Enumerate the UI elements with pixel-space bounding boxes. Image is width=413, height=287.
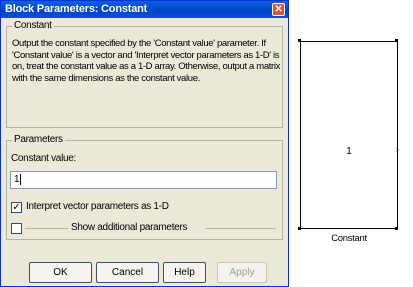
cancel-button[interactable]: Cancel	[96, 262, 159, 283]
constant-value-label: Constant value:	[11, 153, 76, 164]
constant-block-name[interactable]: Constant	[300, 233, 398, 244]
block-parameters-dialog: Block Parameters: Constant ✕ Constant Ou…	[0, 0, 289, 287]
dialog-title: Block Parameters: Constant	[5, 3, 148, 15]
text-caret	[19, 173, 21, 185]
separator-left	[25, 228, 68, 229]
selection-handle-top-right[interactable]	[395, 39, 398, 42]
constant-description: Output the constant specified by the 'Co…	[12, 38, 281, 84]
help-button[interactable]: Help	[163, 262, 206, 283]
show-additional-checkbox[interactable]	[11, 223, 22, 234]
separator-right	[206, 228, 276, 229]
interpret-vector-checkbox[interactable]: ✓	[11, 202, 22, 213]
constant-block-value: 1	[346, 146, 352, 157]
apply-button[interactable]: Apply	[217, 262, 267, 283]
selection-handle-bottom-right[interactable]	[395, 227, 398, 230]
parameters-group-legend: Parameters	[12, 134, 65, 145]
show-additional-label: Show additional parameters	[71, 222, 188, 233]
constant-block[interactable]: 1	[300, 41, 398, 229]
ok-button[interactable]: OK	[29, 262, 92, 283]
dialog-titlebar[interactable]: Block Parameters: Constant ✕	[1, 1, 288, 18]
close-icon[interactable]: ✕	[272, 3, 285, 16]
constant-group: Constant Output the constant specified b…	[6, 20, 283, 128]
selection-handle-top-left[interactable]	[298, 39, 301, 42]
interpret-vector-label: Interpret vector parameters as 1-D	[26, 201, 169, 212]
selection-handle-bottom-left[interactable]	[298, 227, 301, 230]
constant-group-legend: Constant	[12, 20, 54, 31]
output-port-icon[interactable]: ›	[396, 145, 399, 154]
constant-value-input[interactable]: 1	[10, 171, 277, 189]
